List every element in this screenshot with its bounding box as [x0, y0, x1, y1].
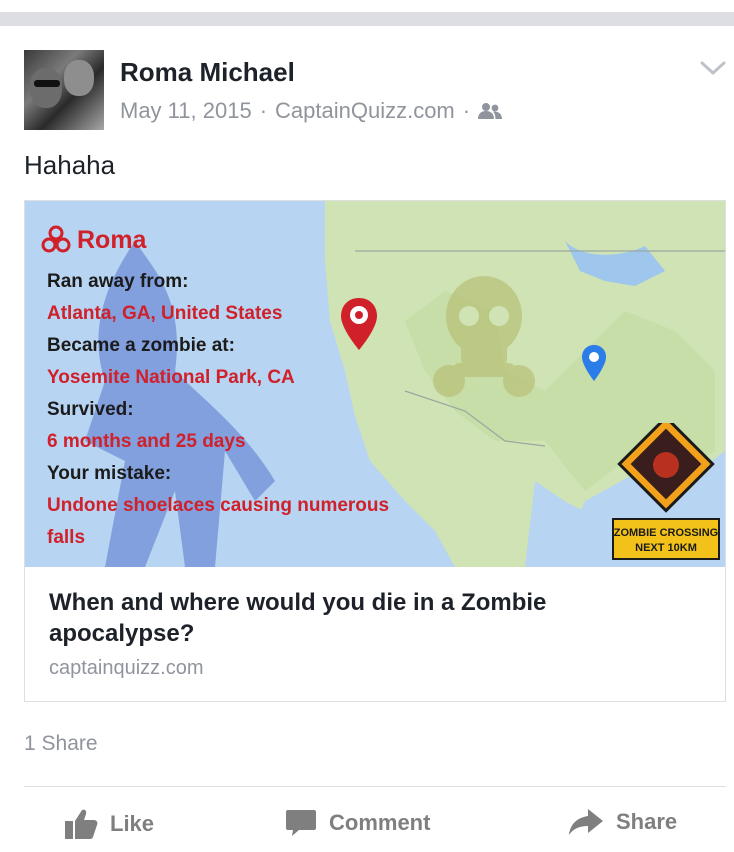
share-arrow-icon [569, 809, 603, 835]
link-domain: captainquizz.com [49, 657, 204, 679]
result-value-ran-away: Atlanta, GA, United States [47, 303, 283, 324]
result-value-became-zombie: Yosemite National Park, CA [47, 367, 295, 388]
like-button[interactable]: Like [64, 808, 154, 840]
result-label-mistake: Your mistake: [47, 463, 172, 484]
like-label: Like [110, 811, 155, 836]
post-date[interactable]: May 11, 2015 [120, 98, 252, 124]
share-count[interactable]: 1 Share [24, 732, 98, 756]
blue-map-pin-icon [582, 345, 606, 381]
comment-icon [286, 810, 316, 836]
top-separator [0, 0, 734, 26]
chevron-down-icon[interactable] [700, 58, 726, 78]
link-title[interactable]: When and where would you die in a Zombie… [49, 587, 689, 649]
author-name[interactable]: Roma Michael [120, 57, 295, 88]
result-value-mistake: Undone shoelaces causing numerous [47, 495, 390, 516]
meta-separator-2: · [462, 98, 471, 123]
result-label-became-zombie: Became a zombie at: [47, 335, 235, 356]
thumbs-up-icon [65, 809, 98, 839]
comment-label: Comment [329, 810, 431, 835]
biohazard-icon [41, 225, 71, 253]
quiz-result-name: Roma [77, 225, 147, 254]
meta-separator: · [259, 98, 268, 123]
post-meta: May 11, 2015 · CaptainQuizz.com · [120, 98, 503, 124]
avatar[interactable] [24, 50, 104, 130]
gas-mask-skull-icon [433, 276, 535, 397]
action-bar-divider [24, 786, 726, 787]
post-message: Hahaha [24, 150, 116, 180]
share-label: Share [616, 809, 678, 834]
result-value-mistake-cont: falls [47, 527, 86, 548]
app-link[interactable]: CaptainQuizz.com [275, 98, 455, 124]
share-button[interactable]: Share [568, 808, 677, 836]
link-preview-image[interactable]: Roma Ran away from: Atlanta, GA, United … [25, 201, 725, 567]
result-value-survived: 6 months and 25 days [47, 431, 246, 452]
sign-line-1: ZOMBIE CROSSING [614, 527, 719, 539]
quiz-result-header: Roma [39, 223, 146, 257]
link-preview-card[interactable]: Roma Ran away from: Atlanta, GA, United … [24, 200, 726, 702]
sign-line-2: NEXT 10KM [635, 542, 697, 554]
friends-icon [478, 103, 503, 119]
comment-button[interactable]: Comment [285, 808, 430, 838]
red-map-pin-icon [341, 298, 377, 350]
zombie-crossing-sign: ZOMBIE CROSSING NEXT 10KM [612, 423, 720, 560]
result-label-ran-away: Ran away from: [47, 271, 189, 292]
result-label-survived: Survived: [47, 399, 134, 420]
